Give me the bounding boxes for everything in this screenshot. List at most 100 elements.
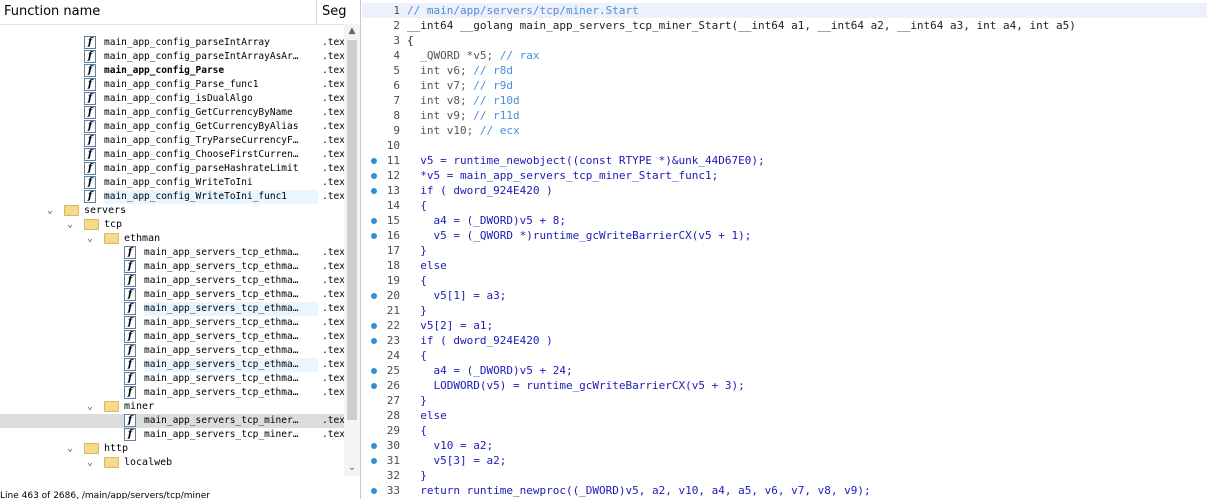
- code-line[interactable]: 31 v5[3] = a2;: [362, 453, 1207, 468]
- code-line[interactable]: 22 v5[2] = a1;: [362, 318, 1207, 333]
- chevron-down-icon[interactable]: ⌄: [44, 204, 56, 218]
- function-row[interactable]: f main_app_config_GetCurrencyByAlias .text: [0, 120, 344, 134]
- code-line[interactable]: 14 {: [362, 198, 1207, 213]
- function-row[interactable]: f main_app_servers_tcp_ethma… .text: [0, 344, 344, 358]
- column-separator[interactable]: [316, 0, 317, 24]
- function-segment: .text: [322, 415, 344, 426]
- folder-row[interactable]: ⌄ http: [0, 442, 344, 456]
- code-line[interactable]: 9 int v10; // ecx: [362, 123, 1207, 138]
- line-number: 30: [386, 439, 400, 452]
- code-text: {: [407, 199, 427, 212]
- code-line[interactable]: 29 {: [362, 423, 1207, 438]
- function-segment: .text: [322, 387, 344, 398]
- function-icon: f: [84, 36, 96, 49]
- code-text: __int64 __golang main_app_servers_tcp_mi…: [407, 19, 1076, 32]
- code-line[interactable]: 33 return runtime_newproc((_DWORD)v5, a2…: [362, 483, 1207, 498]
- function-row[interactable]: f main_app_config_parseIntArray .text: [0, 36, 344, 50]
- code-line[interactable]: 25 a4 = (_DWORD)v5 + 24;: [362, 363, 1207, 378]
- chevron-down-icon[interactable]: ⌄: [84, 400, 96, 414]
- function-row[interactable]: f main_app_servers_tcp_ethma… .text: [0, 260, 344, 274]
- code-line[interactable]: 5 int v6; // r8d: [362, 63, 1207, 78]
- code-line[interactable]: 16 v5 = (_QWORD *)runtime_gcWriteBarrier…: [362, 228, 1207, 243]
- function-name: main_app_config_ChooseFirstCurren…: [104, 149, 299, 160]
- code-line[interactable]: 4 _QWORD *v5; // rax: [362, 48, 1207, 63]
- vertical-scrollbar[interactable]: ▲ ⌄: [344, 24, 360, 476]
- code-line[interactable]: 24 {: [362, 348, 1207, 363]
- code-line[interactable]: 28 else: [362, 408, 1207, 423]
- function-icon: f: [84, 64, 96, 77]
- function-row[interactable]: f main_app_config_parseHashrateLimit .text: [0, 162, 344, 176]
- function-row[interactable]: f main_app_config_ChooseFirstCurren… .text: [0, 148, 344, 162]
- column-header-segment[interactable]: Segment: [322, 4, 346, 19]
- function-name: main_app_servers_tcp_ethma…: [144, 289, 299, 300]
- line-number: 11: [386, 154, 400, 167]
- function-row[interactable]: f main_app_servers_tcp_miner… .text: [0, 414, 344, 428]
- scroll-down-arrow-icon[interactable]: ⌄: [344, 460, 360, 476]
- code-text: {: [407, 274, 427, 287]
- function-row[interactable]: f main_app_servers_tcp_ethma… .text: [0, 246, 344, 260]
- function-segment: .text: [322, 93, 344, 104]
- pseudocode-view[interactable]: 1 // main/app/servers/tcp/miner.Start 2 __i…: [362, 0, 1207, 499]
- function-row[interactable]: f main_app_config_WriteToIni_func1 .text: [0, 190, 344, 204]
- code-line[interactable]: 17 }: [362, 243, 1207, 258]
- scroll-up-arrow-icon[interactable]: ▲: [344, 24, 360, 38]
- code-line[interactable]: 26 LODWORD(v5) = runtime_gcWriteBarrierC…: [362, 378, 1207, 393]
- folder-row[interactable]: ⌄ localweb: [0, 456, 344, 470]
- function-row[interactable]: f main_app_servers_tcp_ethma… .text: [0, 386, 344, 400]
- line-number: 17: [386, 244, 400, 257]
- code-text: LODWORD(v5) = runtime_gcWriteBarrierCX(v…: [407, 379, 745, 392]
- chevron-down-icon[interactable]: ⌄: [64, 442, 76, 456]
- function-row[interactable]: f main_app_servers_tcp_ethma… .text: [0, 330, 344, 344]
- code-line[interactable]: 18 else: [362, 258, 1207, 273]
- function-name: main_app_config_parseHashrateLimit: [104, 163, 299, 174]
- function-row[interactable]: f main_app_config_Parse .text: [0, 64, 344, 78]
- code-line[interactable]: 21 }: [362, 303, 1207, 318]
- code-text: }: [407, 244, 427, 257]
- function-icon: f: [124, 330, 136, 343]
- folder-row[interactable]: ⌄ ethman: [0, 232, 344, 246]
- function-row[interactable]: f main_app_servers_tcp_ethma… .text: [0, 358, 344, 372]
- function-row[interactable]: f main_app_servers_tcp_ethma… .text: [0, 288, 344, 302]
- chevron-down-icon[interactable]: ⌄: [64, 218, 76, 232]
- folder-row[interactable]: ⌄ miner: [0, 400, 344, 414]
- code-line[interactable]: 20 v5[1] = a3;: [362, 288, 1207, 303]
- code-line[interactable]: 8 int v9; // r11d: [362, 108, 1207, 123]
- function-row[interactable]: f main_app_servers_tcp_ethma… .text: [0, 302, 344, 316]
- function-row[interactable]: f main_app_config_isDualAlgo .text: [0, 92, 344, 106]
- function-segment: .text: [322, 261, 344, 272]
- column-header-function-name[interactable]: Function name: [4, 4, 100, 19]
- function-row[interactable]: f main_app_config_TryParseCurrencyF… .text: [0, 134, 344, 148]
- function-row[interactable]: f main_app_servers_tcp_ethma… .text: [0, 372, 344, 386]
- code-line[interactable]: 1 // main/app/servers/tcp/miner.Start: [362, 3, 1207, 18]
- code-line[interactable]: 15 a4 = (_DWORD)v5 + 8;: [362, 213, 1207, 228]
- code-line[interactable]: 2 __int64 __golang main_app_servers_tcp_m…: [362, 18, 1207, 33]
- code-line[interactable]: 6 int v7; // r9d: [362, 78, 1207, 93]
- function-row[interactable]: f main_app_config_Parse_func1 .text: [0, 78, 344, 92]
- function-row[interactable]: f main_app_servers_tcp_miner… .text: [0, 428, 344, 442]
- chevron-down-icon[interactable]: ⌄: [84, 232, 96, 246]
- function-row[interactable]: f main_app_config_GetCurrencyByName .text: [0, 106, 344, 120]
- folder-row[interactable]: ⌄ servers: [0, 204, 344, 218]
- code-line[interactable]: 32 }: [362, 468, 1207, 483]
- code-line[interactable]: 13 if ( dword_924E420 ): [362, 183, 1207, 198]
- code-line[interactable]: 11 v5 = runtime_newobject((const RTYPE *…: [362, 153, 1207, 168]
- chevron-down-icon[interactable]: ⌄: [84, 456, 96, 470]
- code-text: a4 = (_DWORD)v5 + 8;: [407, 214, 566, 227]
- scroll-thumb[interactable]: [347, 40, 357, 420]
- code-line[interactable]: 7 int v8; // r10d: [362, 93, 1207, 108]
- function-row[interactable]: f main_app_servers_tcp_ethma… .text: [0, 274, 344, 288]
- code-line[interactable]: 10: [362, 138, 1207, 153]
- code-text: if ( dword_924E420 ): [407, 334, 553, 347]
- code-line[interactable]: 23 if ( dword_924E420 ): [362, 333, 1207, 348]
- function-row[interactable]: f main_app_config_WriteToIni .text: [0, 176, 344, 190]
- function-row[interactable]: f main_app_servers_tcp_ethma… .text: [0, 316, 344, 330]
- code-line[interactable]: 27 }: [362, 393, 1207, 408]
- folder-row[interactable]: ⌄ tcp: [0, 218, 344, 232]
- code-line[interactable]: 19 {: [362, 273, 1207, 288]
- code-line[interactable]: 30 v10 = a2;: [362, 438, 1207, 453]
- code-line[interactable]: 12 *v5 = main_app_servers_tcp_miner_Star…: [362, 168, 1207, 183]
- function-name: main_app_servers_tcp_ethma…: [144, 345, 299, 356]
- line-number: 23: [386, 334, 400, 347]
- function-row[interactable]: f main_app_config_parseIntArrayAsAr… .text: [0, 50, 344, 64]
- code-line[interactable]: 3{: [362, 33, 1207, 48]
